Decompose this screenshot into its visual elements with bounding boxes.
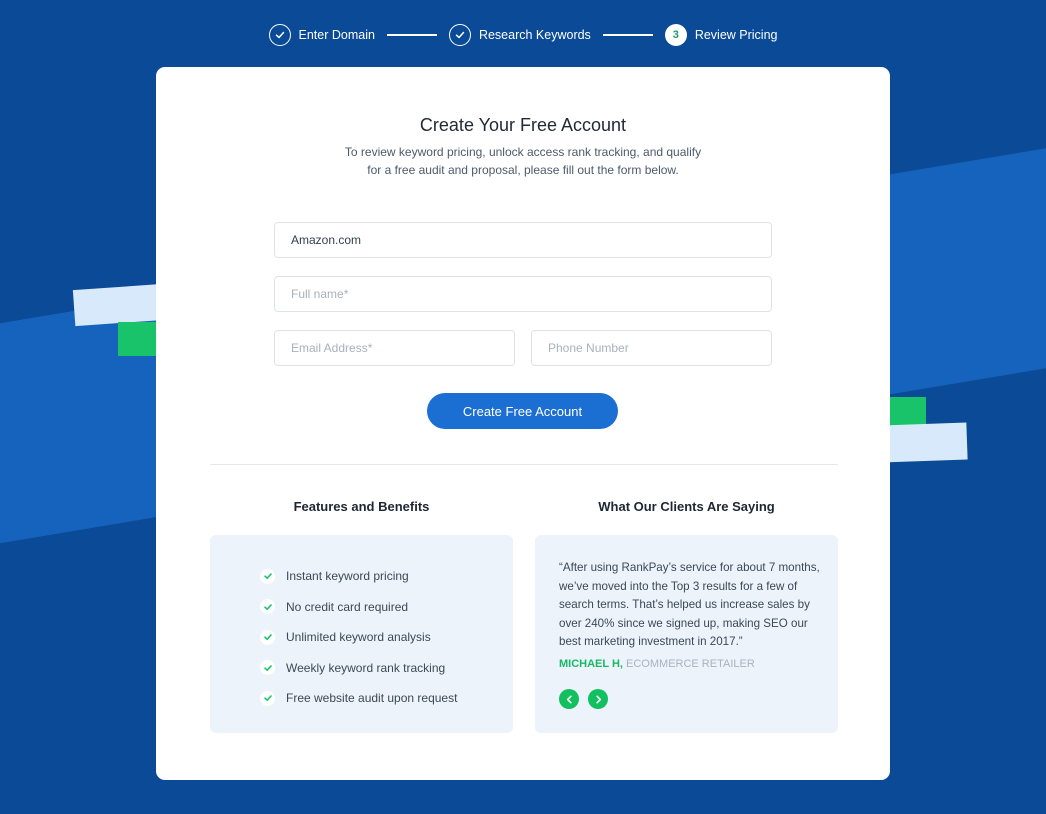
progress-stepper: Enter Domain Research Keywords 3 Review … <box>0 22 1046 48</box>
check-icon <box>260 690 275 706</box>
step-number-badge: 3 <box>664 24 687 46</box>
subtitle-line: for a free audit and proposal, please fi… <box>367 163 679 177</box>
domain-field[interactable] <box>274 222 772 258</box>
check-icon <box>260 599 275 615</box>
testimonial-author: MICHAEL H, <box>559 658 623 670</box>
feature-label: Free website audit upon request <box>286 691 458 706</box>
step-research-keywords[interactable]: Research Keywords <box>448 24 591 46</box>
step-connector <box>602 34 653 36</box>
page-subtitle: To review keyword pricing, unlock access… <box>336 143 710 179</box>
feature-item: Unlimited keyword analysis <box>260 622 457 653</box>
feature-label: No credit card required <box>286 599 409 614</box>
next-testimonial-button[interactable] <box>588 689 608 709</box>
domain-input[interactable] <box>289 232 757 248</box>
testimonial-role: ECOMMERCE RETAILER <box>626 658 755 670</box>
testimonial-attribution: MICHAEL H, ECOMMERCE RETAILER <box>559 658 755 670</box>
step-label: Research Keywords <box>478 28 591 42</box>
testimonial-nav <box>559 689 608 709</box>
email-input[interactable] <box>289 340 500 356</box>
feature-item: No credit card required <box>260 592 457 623</box>
decor-light-stripe-left <box>72 283 166 327</box>
chevron-right-icon <box>595 695 601 703</box>
chevron-left-icon <box>566 695 572 703</box>
signup-card: Create Your Free Account To review keywo… <box>156 67 890 780</box>
create-account-button[interactable]: Create Free Account <box>427 393 618 429</box>
feature-item: Weekly keyword rank tracking <box>260 653 457 684</box>
feature-item: Instant keyword pricing <box>260 561 457 592</box>
decor-light-stripe-right <box>879 422 968 463</box>
fullname-field[interactable] <box>274 276 772 312</box>
phone-input[interactable] <box>546 340 757 356</box>
step-label: Review Pricing <box>694 28 778 42</box>
testimonial-quote: “After using RankPay’s service for about… <box>559 561 820 648</box>
testimonial-panel: “After using RankPay’s service for about… <box>535 535 838 733</box>
check-icon <box>260 660 275 676</box>
testimonials-heading: What Our Clients Are Saying <box>598 499 775 514</box>
check-circle-icon <box>448 24 471 46</box>
feature-label: Unlimited keyword analysis <box>286 630 431 645</box>
step-enter-domain[interactable]: Enter Domain <box>268 24 375 46</box>
check-icon <box>260 568 275 584</box>
fullname-input[interactable] <box>289 286 757 302</box>
check-icon <box>260 629 275 645</box>
feature-item: Free website audit upon request <box>260 683 457 714</box>
feature-label: Weekly keyword rank tracking <box>286 660 446 675</box>
phone-field[interactable] <box>531 330 772 366</box>
features-panel: Instant keyword pricing No credit card r… <box>210 535 513 733</box>
features-heading: Features and Benefits <box>293 499 430 514</box>
step-review-pricing: 3 Review Pricing <box>664 24 778 46</box>
subtitle-line: To review keyword pricing, unlock access… <box>344 145 702 159</box>
features-list: Instant keyword pricing No credit card r… <box>260 561 457 714</box>
section-divider <box>210 464 838 465</box>
check-circle-icon <box>268 24 291 46</box>
step-connector <box>386 34 437 36</box>
prev-testimonial-button[interactable] <box>559 689 579 709</box>
step-label: Enter Domain <box>298 28 375 42</box>
email-field[interactable] <box>274 330 515 366</box>
page-title: Create Your Free Account <box>419 115 627 135</box>
feature-label: Instant keyword pricing <box>286 569 409 584</box>
